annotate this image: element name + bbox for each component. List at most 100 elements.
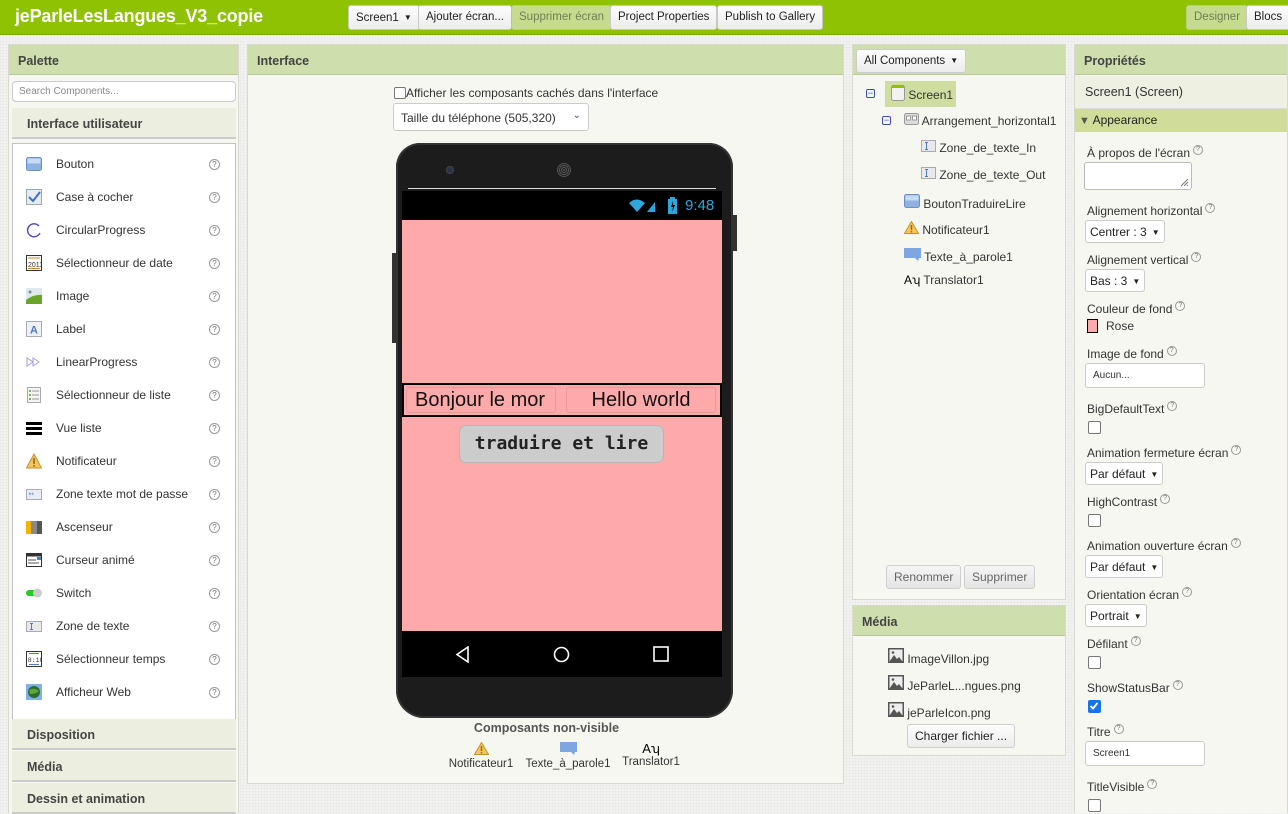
palette-group-drawing[interactable]: Dessin et animation bbox=[12, 783, 236, 814]
statusbar-checkbox[interactable] bbox=[1088, 700, 1101, 713]
upload-file-button[interactable]: Charger fichier ... bbox=[907, 724, 1016, 748]
horizontal-arrangement[interactable]: Bonjour le mor Hello world bbox=[402, 383, 722, 417]
media-file[interactable]: JeParleL...ngues.png bbox=[888, 675, 1021, 693]
delete-button[interactable]: Supprimer bbox=[964, 565, 1036, 589]
remove-screen-button[interactable]: Supprimer écran bbox=[511, 5, 613, 30]
nonvisible-text-to-speech[interactable]: Texte_à_parole1 bbox=[522, 742, 614, 770]
component-search-input[interactable]: Search Components... bbox=[12, 81, 236, 102]
help-icon[interactable]: ? bbox=[209, 456, 220, 467]
help-icon[interactable]: ? bbox=[209, 357, 220, 368]
help-icon[interactable]: ? bbox=[209, 390, 220, 401]
titlevisible-checkbox[interactable] bbox=[1088, 799, 1101, 812]
palette-item-circular-progress[interactable]: CircularProgress ? bbox=[13, 214, 235, 247]
media-file[interactable]: jeParleIcon.png bbox=[888, 702, 991, 720]
help-icon[interactable]: ? bbox=[1205, 203, 1216, 213]
collapse-icon[interactable]: − bbox=[866, 89, 875, 98]
halign-select[interactable]: Centrer : 3 ▼ bbox=[1085, 220, 1165, 243]
help-icon[interactable]: ? bbox=[209, 324, 220, 335]
show-hidden-checkbox[interactable] bbox=[394, 87, 406, 99]
help-icon[interactable]: ? bbox=[209, 489, 220, 500]
help-icon[interactable]: ? bbox=[209, 654, 220, 665]
help-icon[interactable]: ? bbox=[209, 588, 220, 599]
palette-item-textbox[interactable]: Zone de texte ? bbox=[13, 610, 235, 643]
palette-item-web-viewer[interactable]: Afficheur Web ? bbox=[13, 676, 235, 709]
help-icon[interactable]: ? bbox=[209, 225, 220, 236]
palette-group-layout[interactable]: Disposition bbox=[12, 719, 236, 750]
screen-canvas[interactable]: Bonjour le mor Hello world traduire et l… bbox=[402, 220, 722, 631]
help-icon[interactable]: ? bbox=[1191, 252, 1202, 262]
publish-gallery-button[interactable]: Publish to Gallery bbox=[717, 5, 824, 30]
tree-item-text-to-speech[interactable]: Texte_à_parole1 bbox=[904, 248, 1013, 264]
help-icon[interactable]: ? bbox=[1193, 145, 1204, 155]
tree-item-textbox-out[interactable]: Zone_de_texte_Out bbox=[921, 167, 1045, 182]
designer-button[interactable]: Designer bbox=[1186, 5, 1249, 30]
palette-group-media[interactable]: Média bbox=[12, 751, 236, 782]
show-hidden-toggle[interactable]: Afficher les composants cachés dans l'in… bbox=[394, 86, 658, 100]
components-filter-dropdown[interactable]: All Components ▼ bbox=[856, 49, 967, 73]
palette-item-password-textbox[interactable]: ** Zone texte mot de passe ? bbox=[13, 478, 235, 511]
highcontrast-checkbox[interactable] bbox=[1088, 514, 1101, 527]
screen-selector[interactable]: Screen1 ▼ bbox=[348, 5, 420, 30]
palette-item-notifier[interactable]: Notificateur ? bbox=[13, 445, 235, 478]
resize-handle-icon[interactable] bbox=[1179, 177, 1189, 187]
help-icon[interactable]: ? bbox=[1182, 587, 1193, 597]
tree-item-button[interactable]: BoutonTraduireLire bbox=[904, 194, 1026, 211]
palette-item-switch[interactable]: Switch ? bbox=[13, 577, 235, 610]
help-icon[interactable]: ? bbox=[209, 192, 220, 203]
recents-icon[interactable] bbox=[653, 646, 669, 662]
phone-size-select[interactable]: Taille du téléphone (505,320) ⌄ bbox=[393, 103, 589, 131]
tree-item-horizontal-arrangement[interactable]: Arrangement_horizontal1 bbox=[904, 113, 1056, 128]
add-screen-button[interactable]: Ajouter écran... bbox=[418, 5, 512, 30]
palette-item-linear-progress[interactable]: LinearProgress ? bbox=[13, 346, 235, 379]
tree-item-translator[interactable]: Aʮ Translator1 bbox=[904, 273, 984, 287]
rename-button[interactable]: Renommer bbox=[886, 565, 962, 589]
help-icon[interactable]: ? bbox=[209, 291, 220, 302]
textbox-out[interactable]: Hello world bbox=[566, 387, 716, 413]
palette-item-label[interactable]: A Label ? bbox=[13, 313, 235, 346]
palette-group-user-interface[interactable]: Interface utilisateur bbox=[12, 108, 236, 139]
bigtext-checkbox[interactable] bbox=[1088, 421, 1101, 434]
help-icon[interactable]: ? bbox=[1231, 445, 1242, 455]
help-icon[interactable]: ? bbox=[1175, 301, 1186, 311]
about-textarea[interactable] bbox=[1084, 162, 1192, 190]
valign-select[interactable]: Bas : 3 ▼ bbox=[1085, 269, 1146, 292]
help-icon[interactable]: ? bbox=[1130, 636, 1141, 646]
nonvisible-notifier[interactable]: Notificateur1 bbox=[446, 741, 516, 770]
help-icon[interactable]: ? bbox=[209, 555, 220, 566]
help-icon[interactable]: ? bbox=[1160, 494, 1171, 504]
back-icon[interactable] bbox=[455, 646, 470, 663]
open-anim-select[interactable]: Par défaut ▼ bbox=[1085, 555, 1164, 578]
close-anim-select[interactable]: Par défaut ▼ bbox=[1085, 462, 1164, 485]
bgimage-picker[interactable]: Aucun... bbox=[1085, 363, 1205, 388]
media-file[interactable]: ImageVillon.jpg bbox=[888, 648, 989, 666]
help-icon[interactable]: ? bbox=[209, 258, 220, 269]
appearance-section-toggle[interactable]: ▼ Appearance bbox=[1075, 109, 1287, 132]
home-icon[interactable] bbox=[553, 646, 570, 663]
help-icon[interactable]: ? bbox=[209, 423, 220, 434]
collapse-icon[interactable]: − bbox=[882, 116, 891, 125]
help-icon[interactable]: ? bbox=[1230, 538, 1241, 548]
orientation-select[interactable]: Portrait ▼ bbox=[1085, 604, 1147, 627]
help-icon[interactable]: ? bbox=[1172, 680, 1183, 690]
palette-item-slider[interactable]: Ascenseur ? bbox=[13, 511, 235, 544]
palette-item-time-picker[interactable]: 8:10 Sélectionneur temps ? bbox=[13, 643, 235, 676]
help-icon[interactable]: ? bbox=[209, 522, 220, 533]
palette-item-list-view[interactable]: Vue liste ? bbox=[13, 412, 235, 445]
title-input[interactable]: Screen1 bbox=[1085, 741, 1205, 766]
scrollable-checkbox[interactable] bbox=[1088, 656, 1101, 669]
palette-item-spinner[interactable]: Curseur animé ? bbox=[13, 544, 235, 577]
help-icon[interactable]: ? bbox=[209, 687, 220, 698]
help-icon[interactable]: ? bbox=[1167, 401, 1178, 411]
palette-item-checkbox[interactable]: Case à cocher ? bbox=[13, 181, 235, 214]
blocks-button[interactable]: Blocs bbox=[1246, 5, 1288, 30]
nonvisible-translator[interactable]: Aʮ Translator1 bbox=[618, 742, 684, 768]
project-properties-button[interactable]: Project Properties bbox=[610, 5, 718, 30]
translate-read-button[interactable]: traduire et lire bbox=[459, 425, 664, 463]
textbox-in[interactable]: Bonjour le mor bbox=[406, 387, 556, 413]
help-icon[interactable]: ? bbox=[1147, 779, 1158, 789]
palette-item-image[interactable]: Image ? bbox=[13, 280, 235, 313]
tree-item-notifier[interactable]: Notificateur1 bbox=[903, 220, 990, 237]
palette-item-date-picker[interactable]: 2011 Sélectionneur de date ? bbox=[13, 247, 235, 280]
tree-item-screen1[interactable]: Screen1 bbox=[891, 85, 953, 102]
help-icon[interactable]: ? bbox=[209, 159, 220, 170]
